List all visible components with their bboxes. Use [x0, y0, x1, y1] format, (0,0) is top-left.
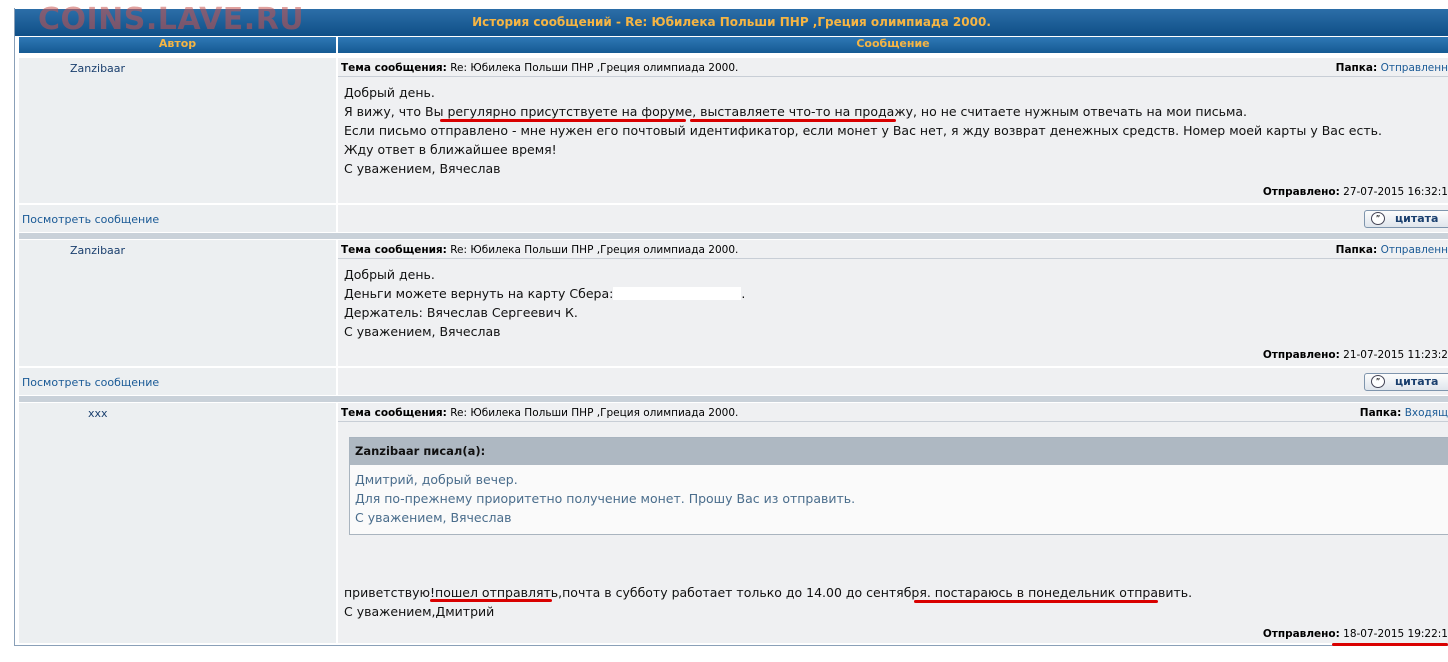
red-underline [430, 599, 552, 602]
red-underline [690, 119, 896, 122]
red-underline [1332, 643, 1448, 646]
view-message-link[interactable]: Посмотреть сообщение [22, 376, 159, 389]
author-cell [19, 403, 336, 643]
column-header-author: Автор [19, 37, 336, 53]
subject-text: Re: Юбилека Польши ПНР ,Греция олимпиада… [450, 244, 739, 256]
speech-bubble-icon: ” [1371, 375, 1385, 388]
message-line: Деньги можете вернуть на карту Сбера:. [344, 284, 745, 303]
sent-info: Отправлено: 27-07-2015 16:32:1 [1263, 186, 1448, 198]
folder-info: Папка: Отправленн [1336, 60, 1448, 76]
quoted-message: Zanzibaar писал(а): Дмитрий, добрый вече… [349, 437, 1448, 535]
subject-text: Re: Юбилека Польши ПНР ,Греция олимпиада… [450, 62, 739, 74]
subject-label: Тема сообщения: [341, 244, 447, 256]
watermark: COINS.LAVE.RU [38, 2, 305, 37]
quote-line: Для по-прежнему приоритетно получение мо… [355, 491, 856, 506]
author-cell [19, 58, 336, 203]
quote-header: Zanzibaar писал(а): [350, 438, 1448, 465]
sent-date: 27-07-2015 16:32:1 [1343, 186, 1448, 198]
subject-bar: Тема сообщения: Re: Юбилека Польши ПНР ,… [338, 242, 1448, 259]
row-separator [19, 396, 1448, 402]
sent-info: Отправлено: 21-07-2015 11:23:2 [1263, 349, 1448, 361]
sent-info: Отправлено: 18-07-2015 19:22:1 [1263, 628, 1448, 640]
author-name[interactable]: Zanzibaar [70, 244, 125, 257]
subject-bar: Тема сообщения: Re: Юбилека Польши ПНР ,… [338, 405, 1448, 422]
speech-bubble-icon: ” [1371, 212, 1385, 225]
author-cell [19, 240, 336, 366]
message-line: С уважением,Дмитрий [344, 604, 495, 619]
message-line: С уважением, Вячеслав [344, 324, 501, 339]
message-line-suffix: . [741, 286, 746, 301]
quote-line: С уважением, Вячеслав [355, 510, 512, 525]
sent-label: Отправлено: [1262, 628, 1340, 640]
message-body: Добрый день. Я вижу, что Вы регулярно пр… [344, 83, 1382, 178]
row-separator [19, 233, 1448, 239]
actions-cell [338, 368, 1448, 395]
folder-info: Папка: Входящ [1360, 405, 1448, 421]
message-line: Жду ответ в ближайшее время! [344, 142, 557, 157]
message-line: С уважением, Вячеслав [344, 161, 501, 176]
column-header-message: Сообщение [338, 37, 1448, 53]
quote-button[interactable]: ” цитата [1364, 373, 1448, 391]
message-line-text: Деньги можете вернуть на карту Сбера: [344, 286, 614, 301]
folder-link[interactable]: Отправленн [1381, 62, 1448, 74]
message-line: Если письмо отправлено - мне нужен его п… [344, 123, 1382, 138]
view-message-link[interactable]: Посмотреть сообщение [22, 213, 159, 226]
redacted-card-number [613, 287, 742, 300]
subject-label: Тема сообщения: [341, 407, 447, 419]
sent-label: Отправлено: [1262, 186, 1340, 198]
actions-cell [338, 205, 1448, 232]
red-underline [914, 600, 1158, 603]
folder-label: Папка: [1359, 407, 1402, 419]
author-name[interactable]: xxx [88, 407, 108, 420]
message-line: Добрый день. [344, 267, 435, 282]
quote-button-label: цитата [1395, 212, 1439, 225]
author-name[interactable]: Zanzibaar [70, 62, 125, 75]
subject-bar: Тема сообщения: Re: Юбилека Польши ПНР ,… [338, 60, 1448, 77]
quote-body: Дмитрий, добрый вечер. Для по-прежнему п… [350, 465, 1448, 527]
message-line: Добрый день. [344, 85, 435, 100]
folder-info: Папка: Отправленн [1336, 242, 1448, 258]
sent-label: Отправлено: [1262, 349, 1340, 361]
quote-line: Дмитрий, добрый вечер. [355, 472, 518, 487]
red-underline [440, 119, 686, 122]
folder-label: Папка: [1335, 62, 1378, 74]
message-body: Добрый день. Деньги можете вернуть на ка… [344, 265, 745, 341]
sent-date: 21-07-2015 11:23:2 [1343, 349, 1448, 361]
message-line: Держатель: Вячеслав Сергеевич К. [344, 305, 578, 320]
subject-label: Тема сообщения: [341, 62, 447, 74]
folder-link[interactable]: Отправленн [1381, 244, 1448, 256]
quote-button-label: цитата [1395, 375, 1439, 388]
sent-date: 18-07-2015 19:22:1 [1343, 628, 1448, 640]
folder-link[interactable]: Входящ [1405, 407, 1448, 419]
quote-button[interactable]: ” цитата [1364, 210, 1448, 228]
subject-text: Re: Юбилека Польши ПНР ,Греция олимпиада… [450, 407, 739, 419]
folder-label: Папка: [1335, 244, 1378, 256]
